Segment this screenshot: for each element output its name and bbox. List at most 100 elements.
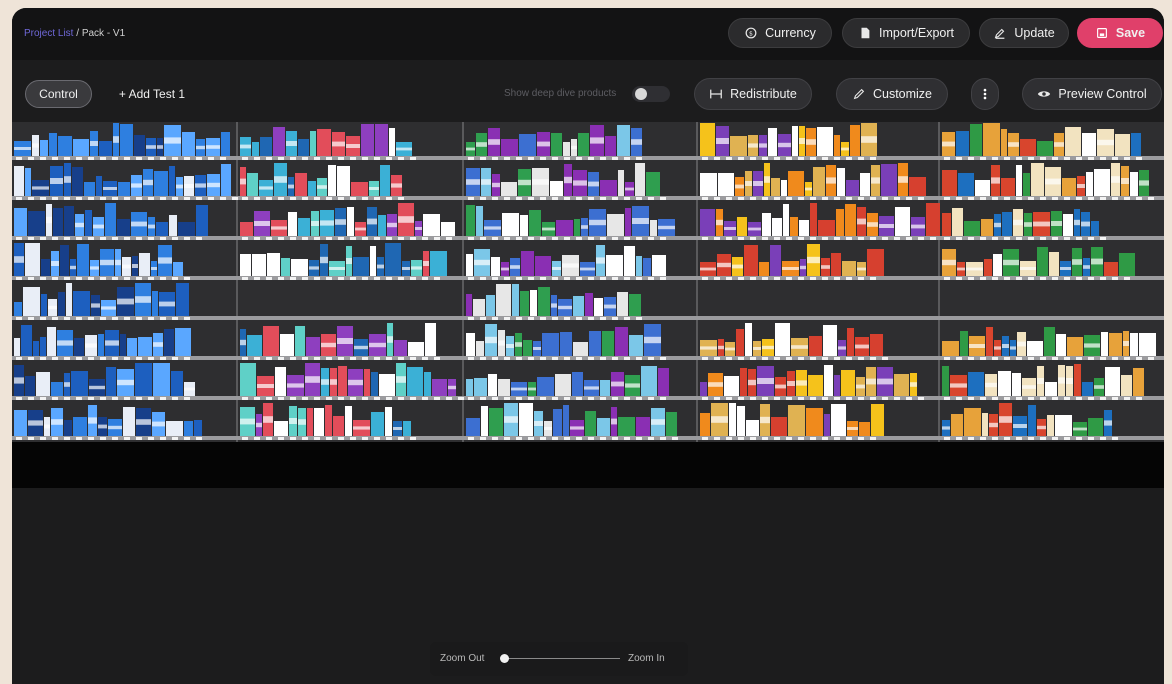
price-tag [894, 397, 900, 400]
price-tag [112, 397, 118, 400]
product-facing [618, 170, 624, 196]
breadcrumb-project-list[interactable]: Project List [24, 28, 73, 39]
add-test-button[interactable]: + Add Test 1 [112, 80, 192, 108]
price-tag [738, 437, 744, 440]
currency-button[interactable]: $ Currency [728, 18, 832, 48]
price-tag [64, 437, 70, 440]
price-tag [504, 157, 510, 160]
tab-control[interactable]: Control [25, 80, 92, 108]
price-tag [76, 277, 82, 280]
product-label-band [347, 218, 354, 225]
product-label-band [590, 137, 604, 144]
product-facing [240, 222, 253, 236]
zoom-slider-track[interactable] [508, 658, 620, 659]
price-tag [16, 197, 22, 200]
price-tag [956, 157, 962, 160]
product-facing [353, 257, 369, 276]
product-facing [14, 208, 27, 236]
price-tag [290, 437, 296, 440]
product-label-band [274, 176, 287, 183]
product-facing [182, 132, 195, 156]
product-label-band [534, 421, 543, 426]
price-tag [882, 197, 888, 200]
product-facing [378, 215, 386, 236]
customize-button[interactable]: Customize [836, 78, 948, 110]
price-tag [798, 397, 804, 400]
price-tag [76, 157, 82, 160]
product-facing [476, 206, 483, 236]
price-tag [1112, 277, 1118, 280]
price-tag [1052, 157, 1058, 160]
product-facing [1001, 129, 1007, 156]
product-label-band [711, 416, 728, 423]
product-label-band [745, 336, 752, 343]
product-facing [247, 335, 262, 356]
price-tag [64, 157, 70, 160]
product-facing [375, 124, 388, 156]
product-label-band [957, 267, 965, 271]
price-tag [834, 197, 840, 200]
product-facing [117, 219, 130, 236]
price-tag [540, 397, 546, 400]
shelf-bay-2[interactable] [238, 122, 464, 442]
product-facing [408, 342, 424, 356]
deep-dive-toggle[interactable] [632, 86, 670, 102]
shelf-bay-1[interactable] [12, 122, 238, 442]
price-tag [480, 437, 486, 440]
price-tag [528, 357, 534, 360]
product-label-band [658, 225, 675, 230]
price-tag [858, 437, 864, 440]
product-label-band [570, 426, 584, 430]
price-tag [1112, 197, 1118, 200]
price-tag [52, 197, 58, 200]
shelf-edge [698, 156, 940, 160]
product-label-band [708, 382, 723, 387]
product-facing [25, 376, 35, 396]
price-tag [588, 357, 594, 360]
price-tag [136, 197, 142, 200]
product-facing [14, 302, 22, 316]
planogram-canvas[interactable] [12, 122, 1164, 442]
more-options-button[interactable] [971, 78, 999, 110]
price-tag [624, 357, 630, 360]
shelf-bay-5[interactable] [940, 122, 1164, 442]
product-facing [652, 255, 666, 276]
update-button[interactable]: Update [979, 18, 1069, 48]
product-facing [790, 217, 798, 236]
product-facing [501, 139, 518, 156]
price-tag [564, 357, 570, 360]
price-tag [290, 397, 296, 400]
product-facing [64, 206, 74, 236]
price-tag [956, 437, 962, 440]
product-facing [597, 418, 610, 436]
preview-control-button[interactable]: Preview Control [1022, 78, 1162, 110]
zoom-slider-thumb[interactable] [500, 654, 509, 663]
import-export-button[interactable]: Import/Export [842, 18, 970, 48]
price-tag [172, 197, 178, 200]
price-tag [980, 197, 986, 200]
save-button[interactable]: Save [1077, 18, 1163, 48]
product-label-band [787, 381, 795, 386]
zoom-in-label[interactable]: Zoom In [628, 653, 665, 664]
product-facing [555, 374, 571, 396]
shelf-bay-4[interactable] [698, 122, 940, 442]
product-label-band [289, 418, 297, 424]
product-label-band [367, 218, 377, 225]
product-facing [792, 126, 798, 156]
product-label-band [806, 139, 816, 145]
product-label-band [581, 225, 588, 229]
product-facing [982, 413, 988, 436]
product-label-band [387, 336, 393, 343]
product-label-band [159, 301, 175, 307]
product-label-band [275, 378, 286, 385]
shelf-bay-3[interactable] [464, 122, 698, 442]
price-tag [624, 437, 630, 440]
price-tag [738, 157, 744, 160]
price-tag [552, 437, 558, 440]
product-facing [600, 180, 617, 196]
price-tag [552, 277, 558, 280]
price-tag [516, 277, 522, 280]
redistribute-button[interactable]: Redistribute [694, 78, 812, 110]
zoom-out-label[interactable]: Zoom Out [440, 653, 484, 664]
product-facing [737, 217, 747, 236]
